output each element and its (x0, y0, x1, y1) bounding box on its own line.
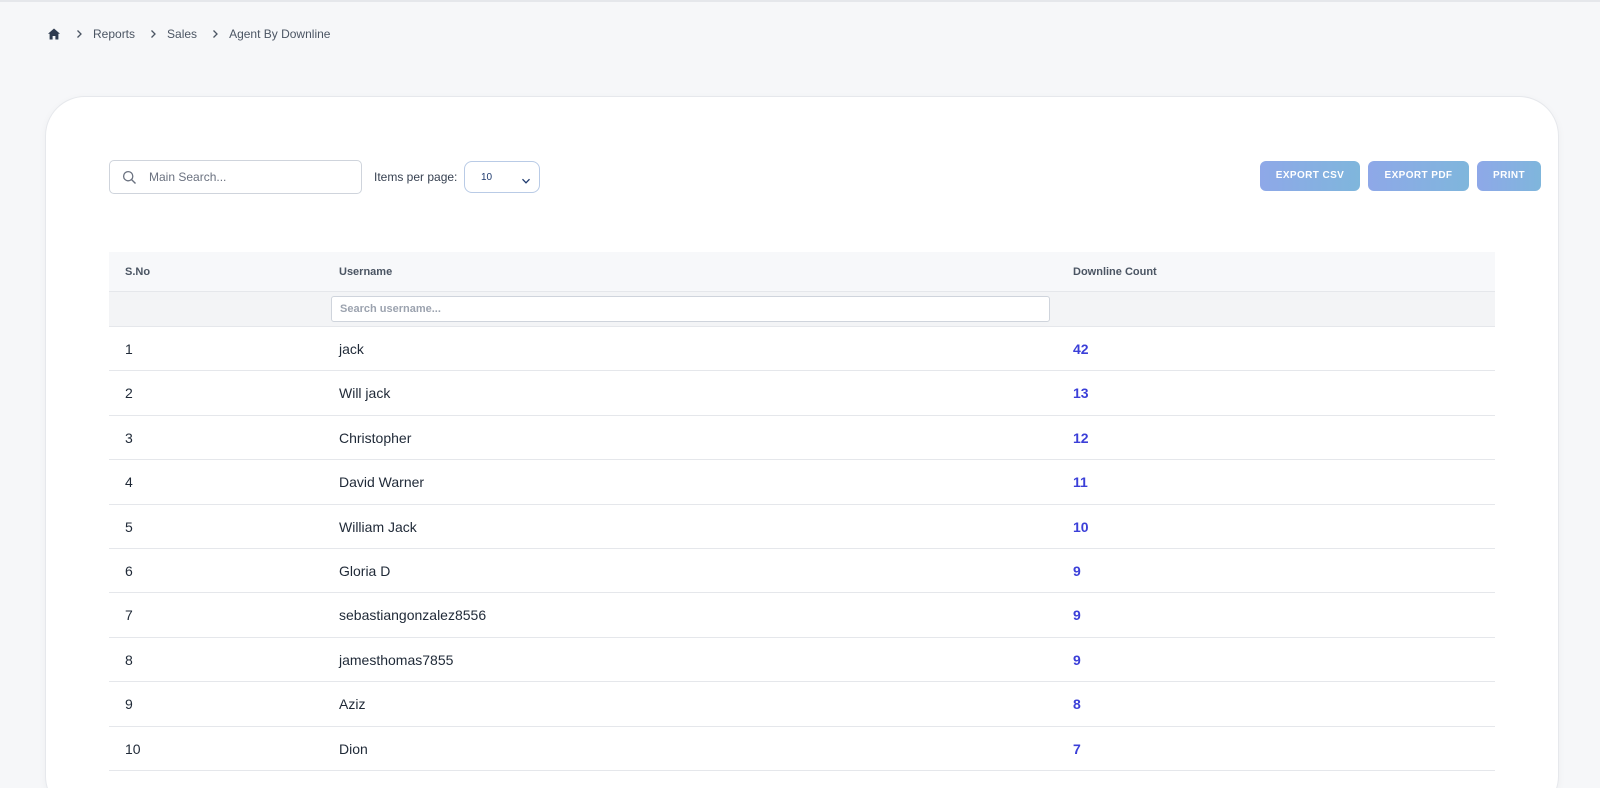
cell-downline-count[interactable]: 9 (1073, 652, 1081, 668)
cell-username: jack (339, 341, 364, 357)
cell-username: Dion (339, 740, 368, 757)
breadcrumb: Reports Sales Agent By Downline (47, 26, 330, 42)
cell-sno: 1 (125, 341, 133, 357)
cell-username: Aziz (339, 696, 366, 713)
table-header-row: S.No Username Downline Count (109, 252, 1495, 292)
cell-username: sebastiangonzalez8556 (339, 607, 487, 624)
header-username[interactable]: Username (339, 266, 392, 278)
table-row: 3 Christopher 12 (109, 416, 1495, 461)
cell-sno: 10 (125, 740, 141, 757)
cell-sno: 6 (125, 562, 133, 579)
cell-username: David Warner (339, 474, 425, 491)
breadcrumb-sales[interactable]: Sales (167, 27, 197, 41)
breadcrumb-agent-by-downline: Agent By Downline (229, 27, 331, 41)
cell-sno: 4 (125, 474, 133, 491)
downline-table: S.No Username Downline Count 1 jack 42 2… (109, 252, 1495, 771)
cell-downline-count[interactable]: 13 (1073, 385, 1089, 401)
cell-sno: 3 (125, 429, 133, 446)
cell-sno: 5 (125, 518, 133, 535)
table-row: 10 Dion 7 (109, 727, 1495, 771)
cell-downline-count[interactable]: 9 (1073, 607, 1081, 623)
search-icon (122, 170, 137, 185)
cell-downline-count[interactable]: 9 (1073, 563, 1081, 579)
cell-downline-count[interactable]: 42 (1073, 341, 1089, 357)
cell-downline-count[interactable]: 10 (1073, 519, 1089, 535)
cell-username: William Jack (339, 518, 417, 535)
cell-username: jamesthomas7855 (339, 651, 454, 668)
chevron-right-icon (74, 29, 84, 39)
table-row: 2 Will jack 13 (109, 371, 1495, 416)
chevron-down-icon (521, 173, 531, 184)
breadcrumb-reports[interactable]: Reports (93, 27, 135, 41)
username-filter-input[interactable] (331, 296, 1050, 322)
items-per-page-label: Items per page: (374, 170, 458, 184)
chevron-right-icon (148, 29, 158, 39)
items-per-page-value: 10 (481, 172, 493, 183)
cell-downline-count[interactable]: 12 (1073, 430, 1089, 446)
cell-downline-count[interactable]: 8 (1073, 696, 1081, 712)
top-divider (0, 0, 1600, 2)
table-row: 7 sebastiangonzalez8556 9 (109, 593, 1495, 638)
main-search-input[interactable] (149, 161, 354, 193)
cell-username: Will jack (339, 385, 391, 402)
export-csv-button[interactable]: EXPORT CSV (1260, 161, 1360, 191)
table-row: 6 Gloria D 9 (109, 549, 1495, 594)
export-pdf-button[interactable]: EXPORT PDF (1368, 161, 1469, 191)
cell-sno: 7 (125, 607, 133, 624)
cell-sno: 9 (125, 696, 133, 713)
cell-username: Christopher (339, 429, 412, 446)
table-row: 1 jack 42 (109, 327, 1495, 372)
header-sno[interactable]: S.No (125, 266, 150, 278)
table-row: 9 Aziz 8 (109, 682, 1495, 727)
main-search-box (109, 160, 362, 194)
cell-downline-count[interactable]: 11 (1073, 474, 1088, 490)
home-icon[interactable] (47, 27, 61, 41)
cell-sno: 2 (125, 385, 133, 402)
table-row: 4 David Warner 11 (109, 460, 1495, 505)
items-per-page-select[interactable]: 10 (464, 161, 540, 193)
report-card: Items per page: 10 EXPORT CSV EXPORT PDF… (45, 96, 1559, 788)
table-row: 8 jamesthomas7855 9 (109, 638, 1495, 683)
table-toolbar: Items per page: 10 EXPORT CSV EXPORT PDF… (109, 160, 1541, 194)
cell-downline-count[interactable]: 7 (1073, 741, 1081, 757)
cell-username: Gloria D (339, 562, 391, 579)
header-downline-count[interactable]: Downline Count (1073, 266, 1157, 278)
table-filter-row (109, 292, 1495, 327)
table-row: 5 William Jack 10 (109, 505, 1495, 549)
cell-sno: 8 (125, 651, 133, 668)
print-button[interactable]: PRINT (1477, 161, 1541, 191)
chevron-right-icon (210, 29, 220, 39)
